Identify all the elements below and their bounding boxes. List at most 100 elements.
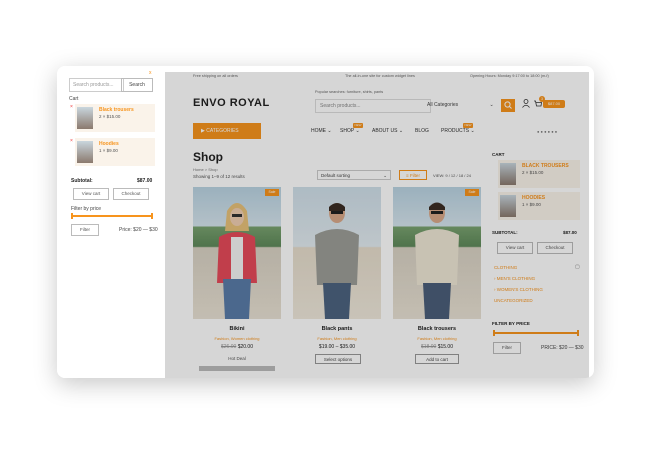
product-image[interactable] (293, 187, 381, 319)
sidebar-checkout-button[interactable]: Checkout (537, 242, 573, 254)
nav-blog[interactable]: BLOG (415, 128, 429, 134)
sidebar-view-cart-button[interactable]: View cart (497, 242, 533, 254)
linkedin-icon[interactable]: ● (551, 129, 553, 134)
topbar-center: The all-in-one site for custom widget li… (345, 74, 415, 78)
browser-frame: Free shipping on all orders The all-in-o… (57, 66, 594, 378)
category-link[interactable]: UNCATEGORIZED (494, 298, 533, 303)
youtube-icon[interactable]: ● (548, 129, 550, 134)
sidebar-filter-heading: FILTER BY PRICE (492, 321, 530, 326)
header-cart-total[interactable]: $87.00 (543, 100, 565, 108)
sidebar-price-range: PRICE: $20 — $30 (541, 345, 584, 351)
price-slider-max-handle[interactable] (577, 330, 579, 336)
header-search-input[interactable]: Search products... (315, 99, 431, 113)
swatch-row[interactable] (199, 366, 275, 371)
sidebar-subtotal-value: $87.00 (563, 230, 577, 235)
product-title[interactable]: Black pants (293, 326, 381, 332)
categories-label: CATEGORIES (206, 128, 239, 134)
nav-about-label: ABOUT US (372, 128, 398, 134)
sidebar-cart-heading: CART (492, 152, 505, 157)
product-category[interactable]: Fashion, Women clothing (193, 336, 281, 341)
price-slider-track[interactable] (493, 332, 579, 334)
panel-price-slider-track[interactable] (71, 215, 153, 217)
product-category[interactable]: Fashion, Men clothing (293, 336, 381, 341)
cart-item-name[interactable]: Black trousers (99, 107, 134, 113)
products-per-page[interactable]: VIEW: 9 / 12 / 18 / 24 (433, 173, 471, 178)
product-card[interactable]: Sale (193, 187, 281, 319)
price-slider-min-handle[interactable] (493, 330, 495, 336)
categories-button[interactable]: ▶ CATEGORIES (193, 123, 261, 139)
expand-icon[interactable]: ▢ (575, 264, 580, 270)
remove-item-icon[interactable]: × (70, 104, 73, 110)
sidebar-cart-item[interactable]: BLACK TROUSERS 2 × $15.00 (498, 160, 580, 188)
social-icons: ● ● ● ● ● ● (537, 129, 557, 134)
remove-item-icon[interactable]: × (70, 138, 73, 144)
select-options-button[interactable]: Select options (315, 354, 361, 364)
facebook-icon[interactable]: ● (537, 129, 539, 134)
category-link[interactable]: › MEN'S CLOTHING (494, 276, 535, 281)
current-price: $20.00 (237, 344, 253, 350)
twitter-icon[interactable]: ● (541, 129, 543, 134)
panel-view-cart-button[interactable]: View cart (73, 188, 109, 200)
nav-shop-badge: NEW (353, 123, 363, 128)
category-link[interactable]: CLOTHING (494, 265, 517, 270)
nav-shop[interactable]: SHOP ⌄ (340, 128, 360, 134)
panel-cart-heading: Cart (69, 96, 79, 102)
pinterest-icon[interactable]: ● (555, 129, 557, 134)
panel-subtotal-label: Subtotal: (71, 178, 93, 184)
nav-home[interactable]: HOME ⌄ (311, 128, 332, 134)
cart-item-name[interactable]: Hoodies (99, 141, 119, 147)
panel-price-slider-min-handle[interactable] (71, 213, 73, 219)
cart-item-thumbnail[interactable] (500, 195, 516, 217)
panel-subtotal-value: $87.00 (137, 178, 153, 184)
nav-products[interactable]: PRODUCTS ⌄ (441, 128, 475, 134)
product-card[interactable] (293, 187, 381, 319)
nav-shop-label: SHOP (340, 128, 355, 134)
cart-item-qty: 1 × $9.00 (522, 202, 541, 207)
cart-item-name[interactable]: HOODIES (522, 195, 545, 201)
cart-item-thumbnail[interactable] (500, 163, 516, 185)
model-photo (415, 202, 459, 319)
panel-filter-button[interactable]: Filter (71, 224, 99, 236)
panel-search-button[interactable]: Search (121, 78, 153, 92)
breadcrumb[interactable]: Home > Shop (193, 167, 218, 172)
sale-badge: Sale (465, 189, 479, 196)
header-search-button[interactable] (501, 99, 515, 112)
category-select-label: All Categories (427, 102, 459, 108)
sidebar-cart-item[interactable]: HOODIES 1 × $9.00 (498, 192, 580, 220)
product-title[interactable]: Bikini (193, 326, 281, 332)
page-title: Shop (193, 150, 223, 164)
panel-price-slider-max-handle[interactable] (151, 213, 153, 219)
site-logo[interactable]: ENVO ROYAL (193, 97, 270, 109)
product-card[interactable]: Sale (393, 187, 481, 319)
sort-select[interactable]: Default sorting ⌄ (317, 170, 391, 180)
cart-item-thumbnail[interactable] (77, 107, 93, 129)
cart-item-thumbnail[interactable] (77, 141, 93, 163)
panel-checkout-button[interactable]: Checkout (113, 188, 149, 200)
chevron-down-icon: ⌄ (489, 102, 494, 108)
current-price: $15.00 (437, 344, 453, 350)
panel-search-input[interactable]: Search products... (69, 78, 124, 92)
filter-toggle-button[interactable]: ≡ Filter (399, 170, 427, 180)
cart-item-name[interactable]: BLACK TROUSERS (522, 163, 569, 169)
category-link-label: MEN'S CLOTHING (496, 276, 536, 281)
category-link[interactable]: › WOMEN'S CLOTHING (494, 287, 543, 292)
old-price: $18.00 (421, 344, 437, 350)
product-category[interactable]: Fashion, Men clothing (393, 336, 481, 341)
category-select[interactable]: All Categories ⌄ (427, 99, 497, 111)
close-icon[interactable]: x (149, 70, 152, 76)
panel-price-range: Price: $20 — $30 (119, 227, 158, 233)
sidebar-filter-button[interactable]: Filter (493, 342, 521, 354)
product-image[interactable] (193, 187, 281, 319)
panel-cart-item[interactable]: × Black trousers 2 × $15.00 (70, 104, 155, 132)
sort-select-label: Default sorting (321, 173, 351, 178)
cart-item-qty: 1 × $9.00 (99, 148, 118, 153)
add-to-cart-button[interactable]: Add to cart (415, 354, 459, 364)
product-image[interactable] (393, 187, 481, 319)
panel-cart-item[interactable]: × Hoodies 1 × $9.00 (70, 138, 155, 166)
instagram-icon[interactable]: ● (544, 129, 546, 134)
old-price: $26.00 (221, 344, 237, 350)
user-icon[interactable] (522, 99, 530, 110)
nav-about[interactable]: ABOUT US ⌄ (372, 128, 403, 134)
product-title[interactable]: Black trousers (393, 326, 481, 332)
cart-item-qty: 2 × $15.00 (522, 170, 544, 175)
